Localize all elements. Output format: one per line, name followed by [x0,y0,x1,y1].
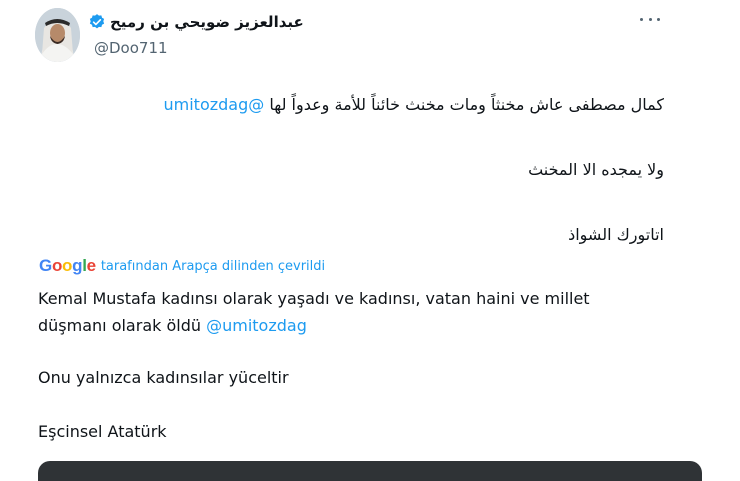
translated-line-2: düşmanı olarak öldü @umitozdag [38,312,698,339]
translated-text-2: düşmanı olarak öldü [38,316,201,335]
verified-badge-icon [88,13,106,31]
mention-link[interactable]: @umitozdag [206,316,307,335]
tweet-arabic-line-1: كمال مصطفى عاش مخنثاً ومات مخنث خائناً ل… [44,95,665,114]
author-name-row[interactable]: عبدالعزيز ضويحي بن رميح [88,10,304,34]
mention-link[interactable]: @umitozdag [164,95,265,114]
more-options-icon[interactable] [640,14,660,24]
tweet-arabic-text-1: كمال مصطفى عاش مخنثاً ومات مخنث خائناً ل… [269,95,664,114]
more-dot [648,17,652,21]
more-dot [640,17,643,21]
translated-line-1: Kemal Mustafa kadınsı olarak yaşadı ve k… [38,289,590,308]
translation-label[interactable]: tarafından Arapça dilinden çevrildi [101,259,325,274]
translated-line-3: Onu yalnızca kadınsılar yüceltir [38,368,289,387]
tweet-media-preview[interactable] [38,461,702,481]
google-logo: Google [39,256,96,275]
more-dot [657,17,660,21]
author-display-name[interactable]: عبدالعزيز ضويحي بن رميح [110,13,304,31]
author-handle[interactable]: @Doo711 [94,39,168,57]
translated-line-4: Eşcinsel Atatürk [38,422,167,441]
tweet-arabic-line-2: ولا يمجده الا المخنث [528,160,664,179]
avatar[interactable] [35,8,80,62]
user-avatar-image [35,8,80,62]
translation-attribution: Google tarafından Arapça dilinden çevril… [39,254,325,278]
tweet-arabic-line-3: اتاتورك الشواذ [568,225,664,244]
